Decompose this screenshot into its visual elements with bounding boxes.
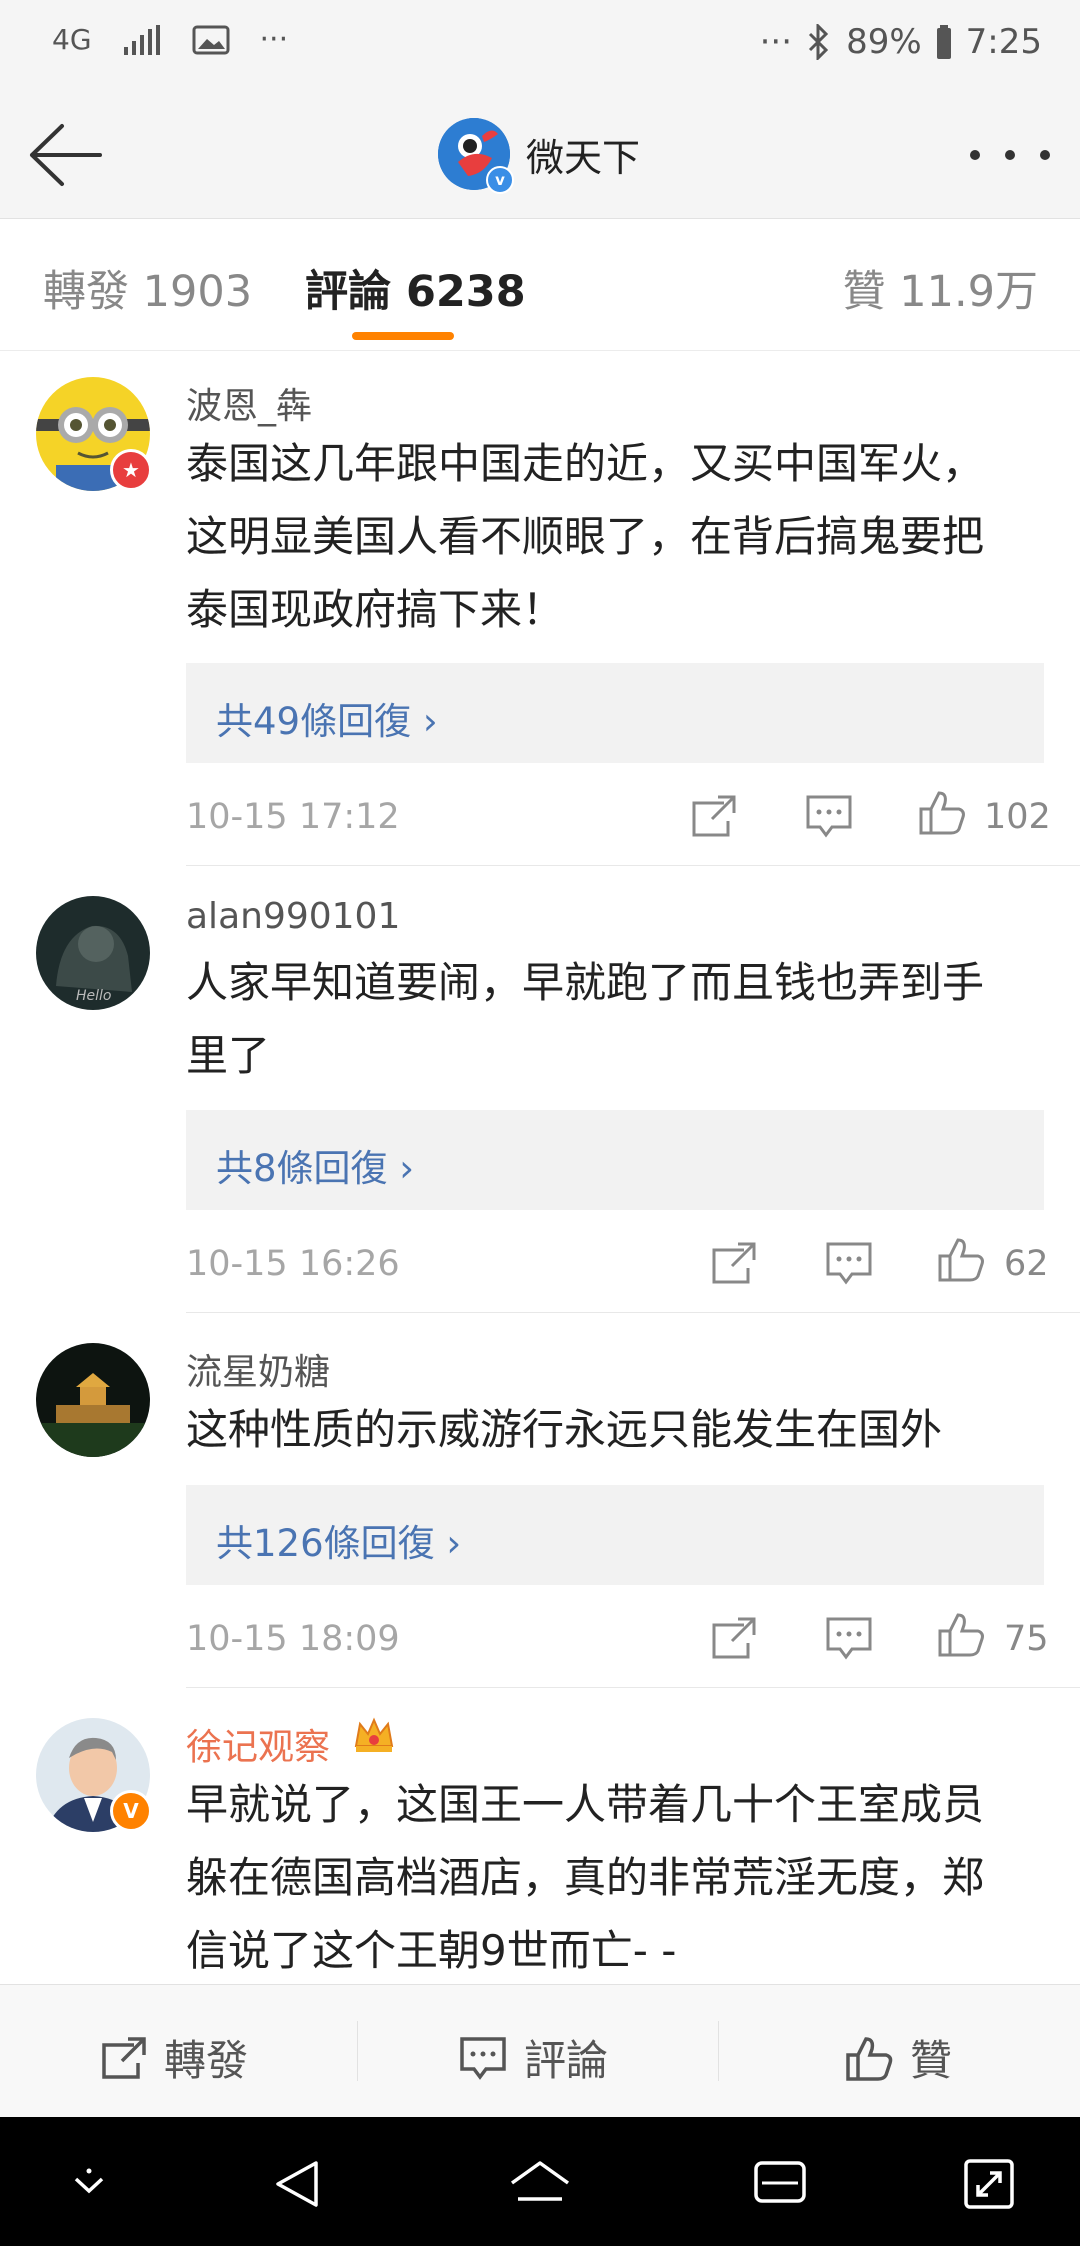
repost-button[interactable]: 轉發 [98, 2027, 248, 2088]
share-icon[interactable] [688, 793, 738, 839]
battery-percent: 89% [846, 22, 922, 62]
comment-username[interactable]: 流星奶糖 [186, 1343, 330, 1395]
comment-username[interactable]: 波恩_犇 [186, 377, 312, 429]
hide-keyboard-icon[interactable] [64, 2157, 114, 2207]
comment-icon[interactable] [824, 1615, 874, 1661]
dot-icon [970, 150, 980, 160]
thumbs-up-icon [846, 2036, 893, 2081]
share-icon [102, 2036, 146, 2079]
comment-label: 評論 [524, 2036, 609, 2085]
avatar[interactable] [36, 1343, 150, 1457]
tab-bar: 轉發 1903 評論 6238 贊 11.9万 [0, 219, 1080, 351]
nav-back-icon[interactable] [272, 2157, 326, 2211]
comment-icon[interactable] [824, 1240, 874, 1286]
divider [186, 1312, 1080, 1313]
like-button[interactable]: 贊 [844, 2027, 952, 2088]
account-avatar[interactable]: v [438, 118, 514, 194]
comment-text: 早就说了，这国王一人带着几十个王室成员 躲在德国高档酒店，真的非常荒淫无度，郑 … [186, 1780, 985, 1975]
header-bar: v 微天下 [0, 90, 1080, 219]
night-building-avatar-icon [36, 1343, 150, 1457]
battery-icon [936, 25, 951, 59]
gallery-icon [192, 25, 230, 54]
nav-recents-icon[interactable] [752, 2157, 808, 2207]
overflow-dots: ··· [759, 22, 793, 62]
thumbs-up-icon[interactable] [936, 1611, 986, 1657]
comment-timestamp: 10-15 17:12 [186, 797, 400, 837]
dot-icon [1005, 150, 1015, 160]
tab-comments[interactable]: 評論 6238 [305, 257, 526, 319]
view-replies-link[interactable]: 共49條回復 › [216, 691, 438, 745]
more-notifications-dots: ··· [259, 22, 289, 57]
comment-text: 这种性质的示威游行永远只能发生在国外 [186, 1405, 943, 1454]
avatar[interactable]: Hello [36, 896, 150, 1010]
replies-box[interactable]: 共8條回復 › [186, 1110, 1044, 1210]
verified-v-badge-icon: V [110, 1790, 152, 1832]
status-bar: 4G ··· ··· 89% 7:25 [0, 0, 1080, 90]
bluetooth-icon [809, 24, 829, 60]
comment-icon [460, 2036, 506, 2080]
member-badge-icon: ★ [110, 449, 152, 491]
replies-box[interactable]: 共49條回復 › [186, 663, 1044, 763]
thumbs-up-icon[interactable] [917, 789, 967, 835]
view-replies-link[interactable]: 共8條回復 › [216, 1138, 414, 1192]
back-button[interactable] [26, 120, 106, 190]
verified-badge: v [486, 166, 514, 194]
dot-icon [1040, 150, 1050, 160]
comment-username[interactable]: alan990101 [186, 896, 400, 937]
share-icon[interactable] [708, 1240, 758, 1286]
nav-home-icon[interactable] [508, 2157, 572, 2211]
like-count: 75 [1004, 1619, 1049, 1659]
share-icon[interactable] [708, 1615, 758, 1661]
bottom-action-bar: 轉發 評論 贊 [0, 1984, 1080, 2118]
thumbs-up-icon[interactable] [936, 1236, 986, 1282]
crown-badge-icon [354, 1717, 394, 1752]
tab-reposts[interactable]: 轉發 1903 [43, 257, 252, 319]
signal-icon [123, 24, 160, 55]
divider [357, 2021, 358, 2081]
like-count: 102 [984, 797, 1051, 837]
account-header[interactable]: v 微天下 [438, 118, 641, 194]
replies-box[interactable]: 共126條回復 › [186, 1485, 1044, 1585]
comment-timestamp: 10-15 16:26 [186, 1244, 400, 1284]
svg-text:Hello: Hello [76, 988, 112, 1004]
repost-label: 轉發 [164, 2036, 249, 2085]
comment-text: 人家早知道要闹，早就跑了而且钱也弄到手 里了 [186, 958, 985, 1080]
network-4g-icon: 4G [52, 23, 92, 56]
comment-timestamp: 10-15 18:09 [186, 1619, 400, 1659]
divider [186, 865, 1080, 866]
like-count: 62 [1004, 1244, 1049, 1284]
more-options-button[interactable] [970, 130, 1050, 180]
arrow-left-icon [30, 124, 102, 186]
comment-text: 泰国这几年跟中国走的近，又买中国军火， 这明显美国人看不顺眼了，在背后搞鬼要把 … [186, 439, 985, 634]
system-navigation-bar [0, 2117, 1080, 2246]
like-label: 贊 [910, 2036, 953, 2085]
view-replies-link[interactable]: 共126條回復 › [216, 1513, 461, 1567]
comment-username[interactable]: 徐记观察 [186, 1718, 330, 1770]
active-tab-indicator [352, 332, 454, 340]
divider [186, 1687, 1080, 1688]
comment-icon[interactable] [804, 793, 854, 839]
avatar[interactable]: ★ [36, 377, 152, 491]
rotate-screen-icon[interactable] [962, 2157, 1016, 2211]
page-title: 微天下 [526, 135, 641, 180]
comment-button[interactable]: 評論 [458, 2027, 608, 2088]
tab-likes[interactable]: 贊 11.9万 [843, 257, 1038, 319]
clock: 7:25 [965, 22, 1042, 62]
lion-statue-avatar-icon: Hello [36, 896, 150, 1010]
avatar[interactable]: V [36, 1718, 152, 1832]
divider [718, 2021, 719, 2081]
